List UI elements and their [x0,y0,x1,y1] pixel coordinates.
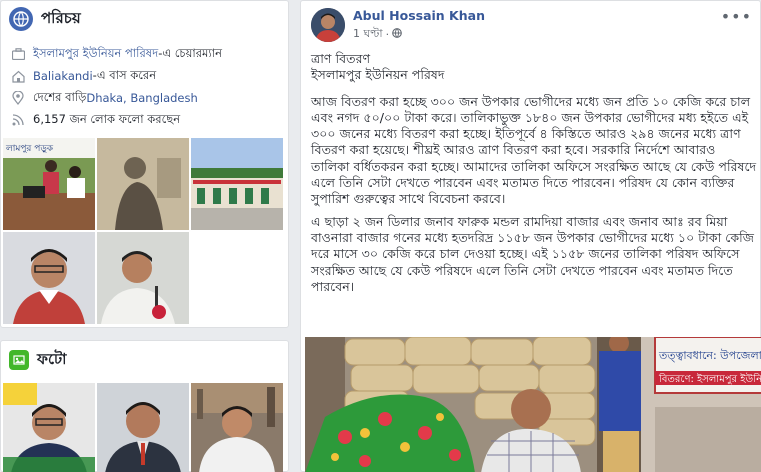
post-author-block: Abul Hossain Khan 1 ঘণ্টা · [353,8,485,44]
intro-title: পরিচয় [41,8,81,27]
page: পরিচয় ইসলামপুর ইউনিয়ন পারিষদ -এ চেয়ার… [0,0,761,472]
featured-photos-grid: লামপুর পড়ুক [3,138,288,326]
rss-icon [11,113,25,127]
photos-header: ফটো [1,341,288,379]
photo-icon [9,350,29,370]
post-image[interactable]: তত্ত্বাবধানে: উপজেলা প্র বিতরণে: ইসলামপু… [305,337,761,472]
post-heading-1: ত্রাণ বিতরণ [311,51,371,66]
featured-photo-3[interactable] [191,138,283,230]
photos-title[interactable]: ফটো [37,348,67,373]
photo-thumb-3[interactable] [191,383,283,472]
intro-lives-row: Baliakandi -এ বাস করেন [1,65,288,87]
left-column: পরিচয় ইসলামপুর ইউনিয়ন পারিষদ -এ চেয়ার… [0,0,296,472]
avatar[interactable] [311,8,345,42]
photos-grid [3,383,288,472]
followers-text[interactable]: 6,157 জন লোক ফলো করছেন [33,111,180,130]
photo-thumb-1[interactable] [3,383,95,472]
intro-work-row: ইসলামপুর ইউনিয়ন পারিষদ -এ চেয়ারম্যান [1,43,288,65]
lives-suffix: -এ বাস করেন [92,67,157,82]
from-prefix: দেশের বাড়ি [33,89,87,104]
featured-photo-5[interactable] [97,232,189,324]
post-time[interactable]: 1 ঘণ্টা [353,25,383,44]
post-header: Abul Hossain Khan 1 ঘণ্টা · ••• [301,1,760,45]
briefcase-icon [11,47,25,61]
post-author[interactable]: Abul Hossain Khan [353,8,485,23]
globe-icon [9,7,33,31]
work-suffix: -এ চেয়ারম্যান [158,45,222,60]
public-globe-icon[interactable] [392,28,402,41]
featured-photo-2[interactable] [97,138,189,230]
home-icon [11,69,25,83]
banner-line-1: তত্ত্বাবধানে: উপজেলা প্র [658,349,761,362]
from-link[interactable]: Dhaka, Bangladesh [86,91,197,105]
intro-followers-row: 6,157 জন লোক ফলো করছেন [1,109,288,131]
intro-card: পরিচয় ইসলামপুর ইউনিয়ন পারিষদ -এ চেয়ার… [0,0,289,328]
post-body: ত্রাণ বিতরণ ইসলামপুর ইউনিয়ন পরিষদ আজ বি… [311,51,757,301]
post-meta: 1 ঘণ্টা · [353,25,485,44]
photo-thumb-2[interactable] [97,383,189,472]
post-paragraph-1: আজ বিতরণ করা হচ্ছে ৩০০ জন উপকার ভোগীদের … [311,93,757,207]
post-paragraph-2: এ ছাড়া ২ জন ডিলার জনাব ফারুক মন্ডল রামদ… [311,213,755,294]
intro-header: পরিচয় [1,1,288,37]
post-heading-2: ইসলামপুর ইউনিয়ন পরিষদ [311,67,445,83]
svg-text:লামপুর পড়ুক: লামপুর পড়ুক [5,144,54,154]
banner-line-2: বিতরণে: ইসলামপুর ইউনিয় [658,372,761,385]
post-card: Abul Hossain Khan 1 ঘণ্টা · ••• ত্রাণ বি… [300,0,761,472]
intro-from-row: দেশের বাড়ি Dhaka, Bangladesh [1,87,288,109]
lives-link[interactable]: Baliakandi [33,69,93,83]
location-pin-icon [11,91,25,105]
work-link[interactable]: ইসলামপুর ইউনিয়ন পারিষদ [33,45,158,64]
photos-card: ফটো [0,340,289,472]
featured-photo-4[interactable] [3,232,95,324]
featured-photo-1[interactable]: লামপুর পড়ুক [3,138,95,230]
more-options-icon[interactable]: ••• [721,7,752,26]
